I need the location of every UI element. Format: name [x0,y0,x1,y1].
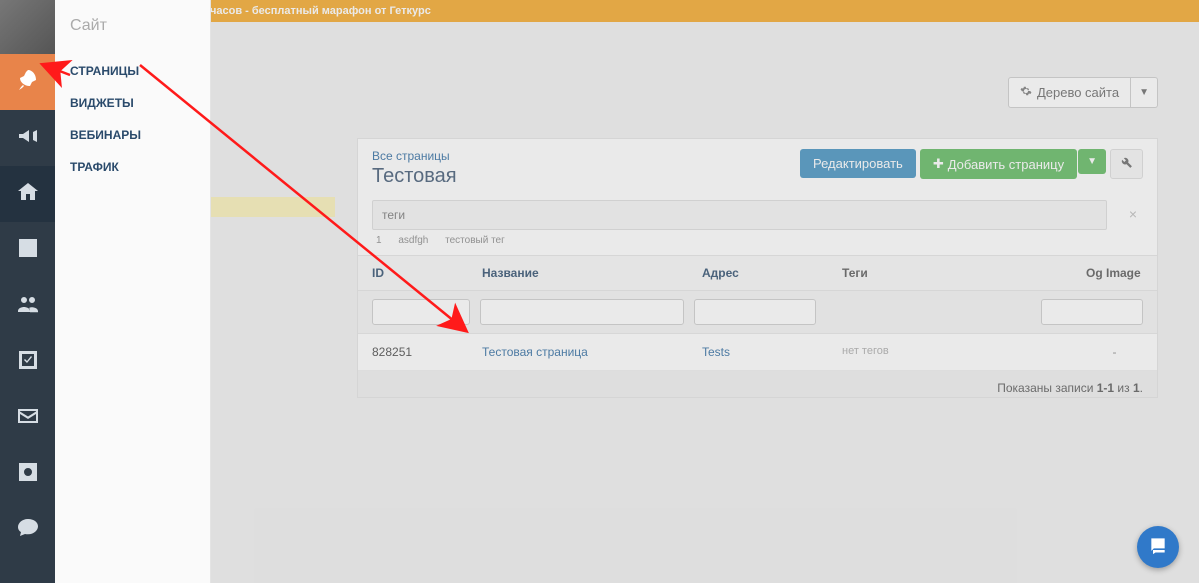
chat-fab[interactable] [1137,526,1179,568]
filter-og-input[interactable] [1041,299,1143,325]
rail-check[interactable] [0,334,55,390]
flyout-title: Сайт [70,17,210,35]
wrench-icon [1120,157,1133,172]
rail-settings[interactable] [0,446,55,502]
rail-mail[interactable] [0,390,55,446]
avatar[interactable] [0,0,55,54]
flyout-item-traffic[interactable]: ТРАФИК [70,151,210,183]
icon-rail [0,0,55,583]
clear-tags-icon[interactable]: × [1129,206,1137,222]
tag-chip[interactable]: asdfgh [398,235,428,246]
check-icon [16,348,40,377]
cell-name-link[interactable]: Тестовая страница [482,345,702,359]
mail-icon [16,404,40,433]
filter-addr-input[interactable] [694,299,816,325]
gear-icon [1020,85,1032,100]
site-tree-button[interactable]: Дерево сайта [1008,77,1131,108]
tag-chip[interactable]: 1 [376,235,382,246]
col-header-name[interactable]: Название [482,266,702,280]
chart-icon [16,236,40,265]
all-pages-link[interactable]: Все страницы [372,149,800,163]
add-page-dropdown[interactable]: ▼ [1078,149,1106,174]
tags-input[interactable] [372,200,1107,230]
rail-rocket[interactable] [0,54,55,110]
col-header-og: Og Image [1086,266,1143,280]
col-header-addr[interactable]: Адрес [702,266,842,280]
edit-button[interactable]: Редактировать [800,149,916,178]
pages-panel: Все страницы Тестовая Редактировать ✚ До… [357,138,1158,398]
flyout-item-widgets[interactable]: ВИДЖЕТЫ [70,87,210,119]
col-header-tags: Теги [842,266,1086,280]
rail-chart[interactable] [0,222,55,278]
megaphone-icon [16,124,40,153]
rail-chat[interactable] [0,502,55,558]
panel-title: Тестовая [372,165,800,188]
filter-id-input[interactable] [372,299,470,325]
rail-home[interactable] [0,166,55,222]
site-tree-dropdown[interactable]: ▼ [1131,77,1158,108]
site-tree-label: Дерево сайта [1037,85,1119,100]
tag-chip[interactable]: тестовый тег [445,235,505,246]
plus-icon: ✚ [933,156,944,172]
cell-og: - [1086,345,1143,359]
cell-addr-link[interactable]: Tests [702,345,842,359]
add-page-button[interactable]: ✚ Добавить страницу [920,149,1077,179]
wrench-button[interactable] [1110,149,1143,179]
filter-name-input[interactable] [480,299,684,325]
chat-bubble-icon [16,516,40,545]
home-icon [16,180,40,209]
add-page-label: Добавить страницу [948,157,1064,172]
flyout-item-pages[interactable]: СТРАНИЦЫ [70,55,210,87]
tag-chips: 1 asdfgh тестовый тег [372,230,1143,255]
chat-icon [1148,535,1168,560]
col-header-id[interactable]: ID [372,266,482,280]
table-row: 828251 Тестовая страница Tests нет тегов… [358,334,1157,371]
flyout-item-webinars[interactable]: ВЕБИНАРЫ [70,119,210,151]
cell-tags: нет тегов [842,345,1086,359]
pager: Показаны записи 1-1 из 1. [358,371,1157,397]
rail-megaphone[interactable] [0,110,55,166]
cell-id: 828251 [372,345,482,359]
rocket-icon [16,68,40,97]
flyout-menu: Сайт СТРАНИЦЫ ВИДЖЕТЫ ВЕБИНАРЫ ТРАФИК [55,0,211,583]
users-icon [16,292,40,321]
settings-box-icon [16,460,40,489]
rail-users[interactable] [0,278,55,334]
